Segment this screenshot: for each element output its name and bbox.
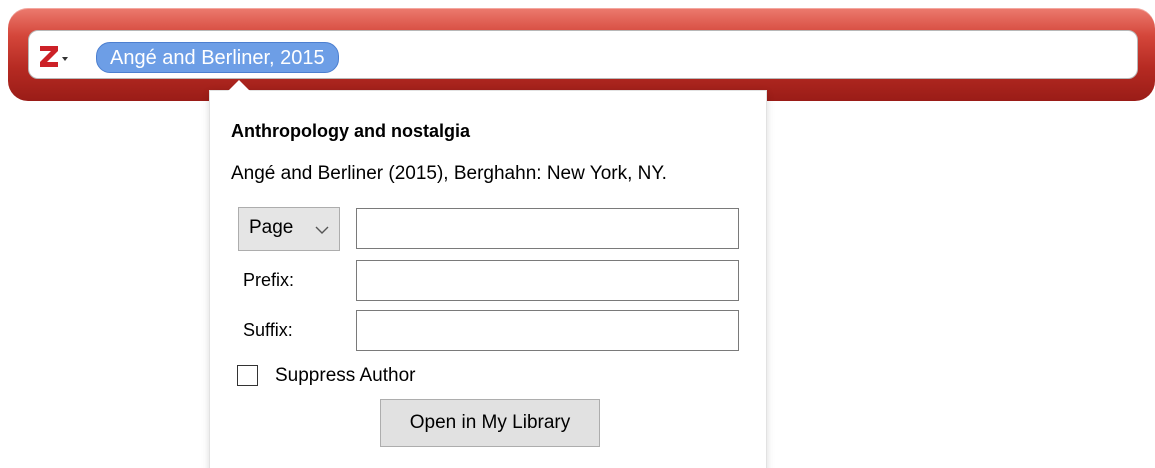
locator-type-value: Page: [249, 217, 294, 238]
suffix-label: Suffix:: [243, 320, 293, 340]
zotero-quick-format-window: Angé and Berliner, 2015 Anthropology and…: [0, 0, 1155, 468]
dropdown-caret-icon: [62, 57, 68, 61]
locator-input[interactable]: [356, 208, 739, 249]
item-title: Anthropology and nostalgia: [231, 121, 470, 141]
panel-pointer-arrow: [226, 80, 252, 93]
suppress-author-label[interactable]: Suppress Author: [275, 365, 415, 387]
open-in-my-library-button[interactable]: Open in My Library: [380, 399, 600, 447]
zotero-z-icon[interactable]: [38, 44, 68, 70]
suppress-author-checkbox[interactable]: [237, 365, 258, 386]
item-details: Angé and Berliner (2015), Berghahn: New …: [231, 163, 667, 184]
prefix-label: Prefix:: [243, 270, 295, 290]
locator-type-select[interactable]: Page: [238, 207, 340, 251]
chevron-down-icon: [315, 219, 329, 241]
citation-bubble[interactable]: Angé and Berliner, 2015: [96, 42, 339, 73]
suffix-input[interactable]: [356, 310, 739, 351]
prefix-input[interactable]: [356, 260, 739, 301]
